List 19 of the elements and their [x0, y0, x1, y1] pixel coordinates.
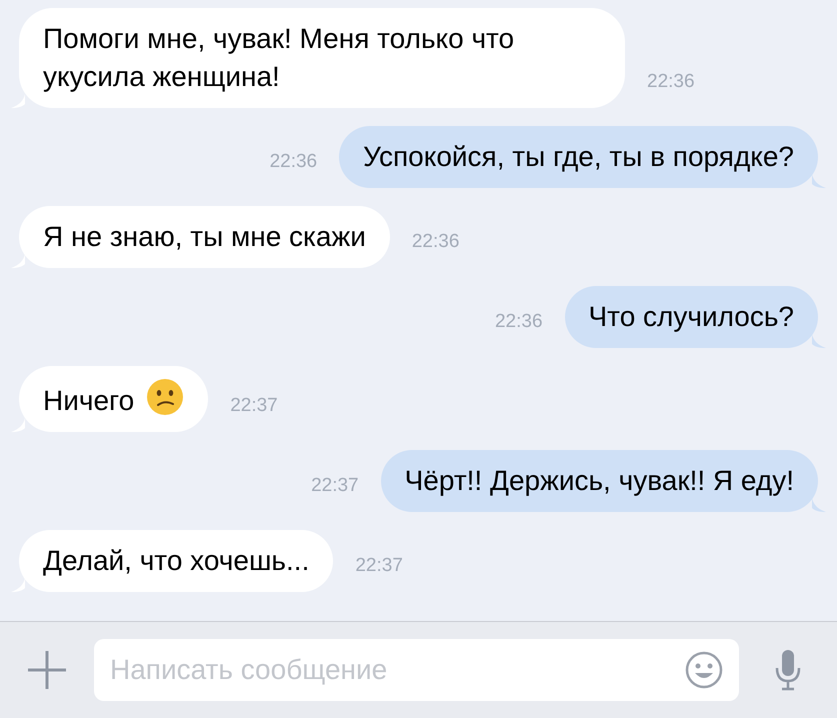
- message-time: 22:36: [412, 230, 460, 254]
- message-text: Что случилось?: [588, 301, 794, 332]
- message-text: Я не знаю, ты мне скажи: [43, 221, 366, 252]
- message-time: 22:37: [355, 554, 403, 578]
- message-time: 22:37: [230, 394, 278, 418]
- message-text: Делай, что хочешь...: [43, 545, 310, 576]
- smiley-icon[interactable]: [685, 651, 723, 689]
- message-time: 22:36: [494, 310, 543, 334]
- message-time: 22:36: [270, 150, 318, 174]
- message-time: 22:37: [311, 474, 359, 498]
- microphone-icon[interactable]: [773, 648, 803, 692]
- message-text: Успокойся, ты где, ты в порядке?: [363, 141, 794, 172]
- message-time: 22:36: [647, 70, 695, 94]
- message-text: Чёрт!! Держись, чувак!! Я еду!: [404, 465, 794, 496]
- plus-icon[interactable]: [26, 649, 68, 691]
- message-text: Ничего: [43, 385, 134, 416]
- message-input-field[interactable]: Написать сообщение: [94, 639, 739, 701]
- message-text: Помоги мне, чувак! Меня только что укусила женщина!: [43, 23, 514, 92]
- confused-face-icon: [146, 378, 184, 416]
